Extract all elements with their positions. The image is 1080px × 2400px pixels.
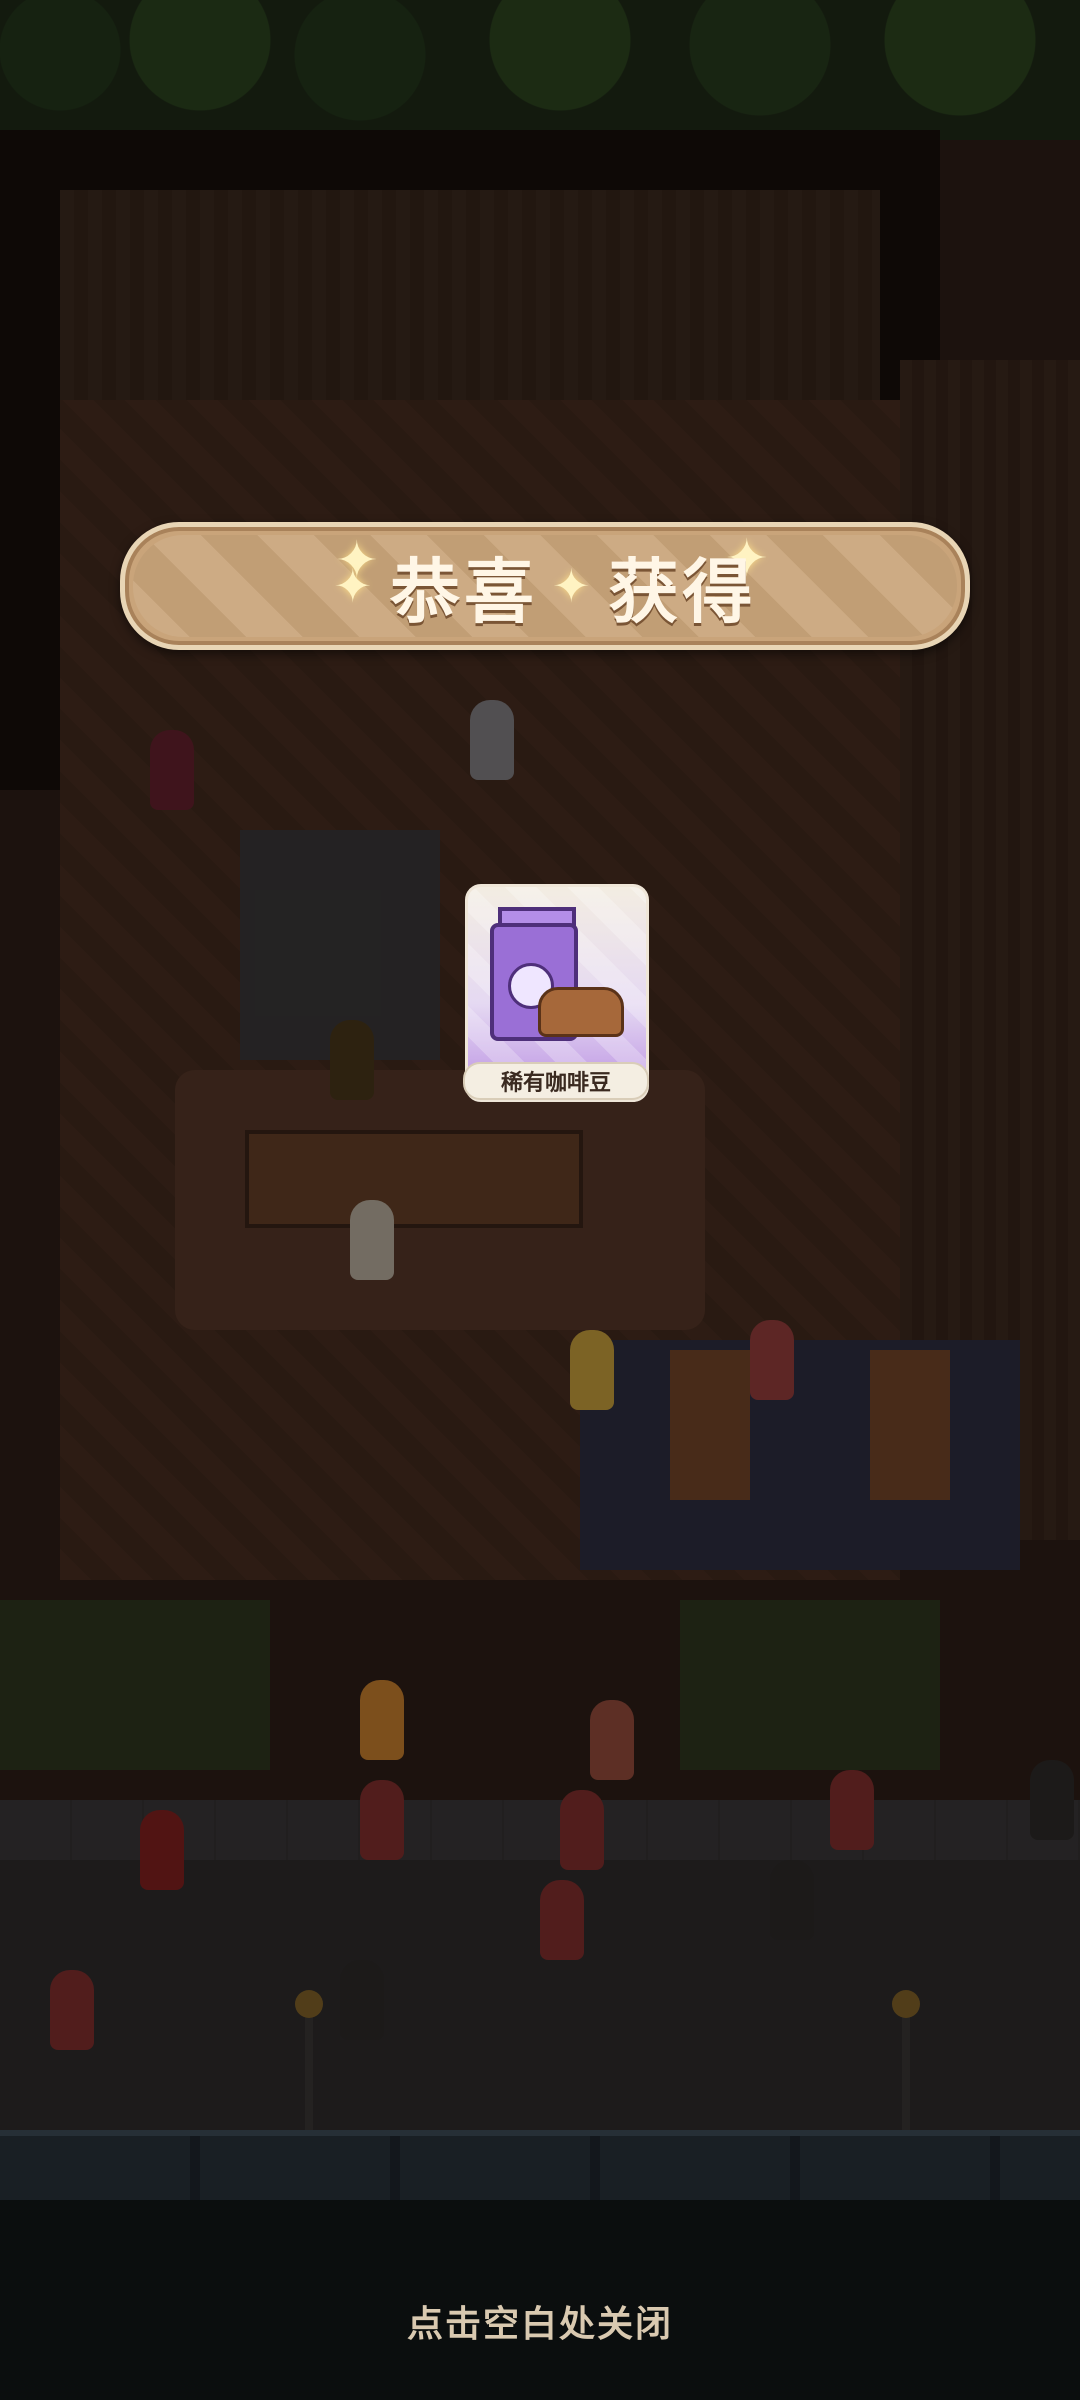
close-hint[interactable]: 点击空白处关闭	[0, 2295, 1080, 2347]
sparkle-icon: ✦	[333, 559, 376, 613]
coffee-beans-icon	[538, 987, 624, 1037]
sparkle-icon: ✦	[552, 559, 595, 613]
item-name-label: 稀有咖啡豆	[463, 1062, 649, 1100]
title-word-congrats: 恭喜	[390, 550, 538, 633]
modal-overlay[interactable]	[0, 0, 1080, 2400]
reward-title: ✦ 恭喜 ✦ 获得	[333, 536, 756, 637]
reward-title-banner: ✦ ✦ ✦ 恭喜 ✦ 获得	[120, 522, 970, 650]
title-word-obtained: 获得	[608, 550, 757, 633]
game-scene-background[interactable]	[0, 0, 1080, 2400]
